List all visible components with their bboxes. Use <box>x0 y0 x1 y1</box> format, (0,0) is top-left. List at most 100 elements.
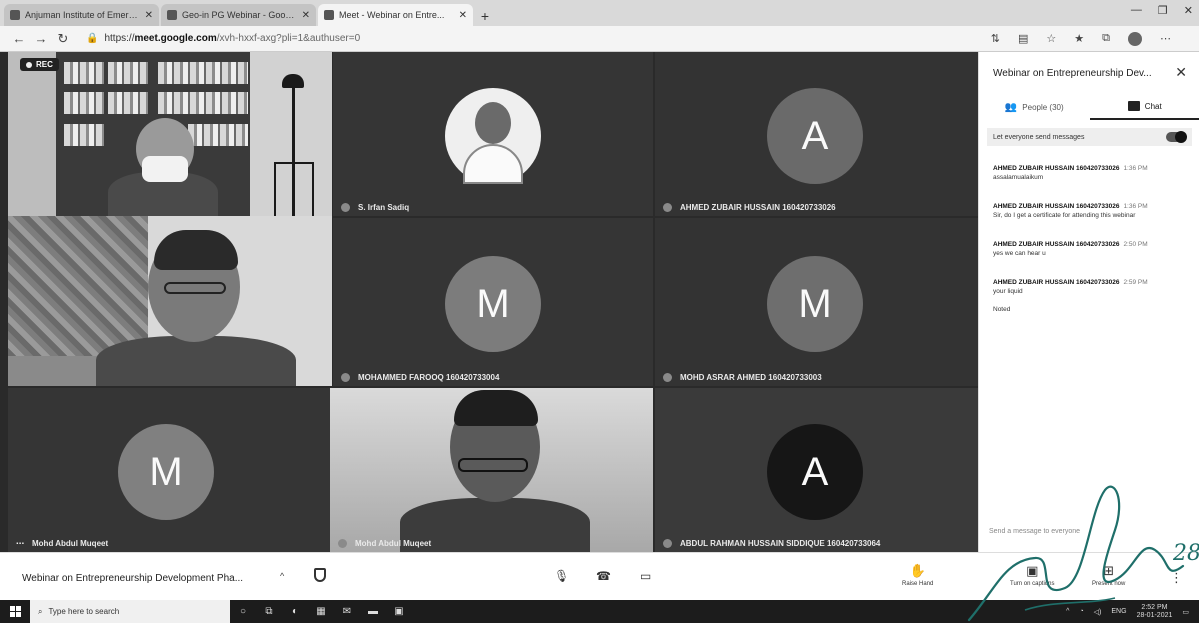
favorite-star-icon[interactable]: ☆ <box>1046 32 1056 46</box>
site-favicon-icon <box>10 10 20 20</box>
meeting-control-bar: Webinar on Entrepreneurship Development … <box>0 552 1199 600</box>
video-tile[interactable]: M MOHAMMED FAROOQ 160420733004 <box>333 218 653 386</box>
participant-initial-avatar: A <box>767 424 863 520</box>
video-tile[interactable]: Mohd Abdul Muqeet <box>330 388 653 552</box>
message-text: yes we can hear u <box>993 250 1046 257</box>
present-icon: ⊞ <box>1103 563 1115 578</box>
tab-chat[interactable]: Chat <box>1089 94 1199 120</box>
video-tile[interactable]: A AHMED ZUBAIR HUSSAIN 160420733026 <box>655 52 978 216</box>
recording-badge: REC <box>20 58 59 71</box>
chevron-up-icon[interactable]: ^ <box>280 571 284 581</box>
profile-avatar[interactable] <box>1128 31 1142 46</box>
participant-name: ABDUL RAHMAN HUSSAIN SIDDIQUE 1604207330… <box>663 539 880 548</box>
collections-icon[interactable]: ⧉ <box>1102 32 1110 46</box>
camera-button[interactable]: ▭ <box>640 569 651 583</box>
network-icon[interactable]: ◔ <box>1079 608 1083 615</box>
url-scheme: https:// <box>104 33 135 44</box>
raise-hand-button[interactable]: ✋ Raise Hand <box>902 563 933 587</box>
settings-more-icon[interactable]: ⋯ <box>1160 32 1171 46</box>
close-icon[interactable]: ✕ <box>302 10 310 21</box>
video-tile[interactable] <box>8 216 332 386</box>
microphone-button[interactable]: 🎙 <box>554 569 569 583</box>
video-tile[interactable]: REC <box>8 52 250 216</box>
reload-button[interactable]: ↻ <box>52 31 74 47</box>
browser-tab[interactable]: Geo-in PG Webinar - Google... ✕ <box>161 4 316 26</box>
panel-title: Webinar on Entrepreneurship Dev... <box>993 68 1152 79</box>
message-sender: AHMED ZUBAIR HUSSAIN 160420733026 <box>993 241 1120 248</box>
url-field[interactable]: 🔒 https:// meet.google.com /xvh-hxxf-axg… <box>86 33 360 44</box>
mic-muted-icon <box>338 539 347 548</box>
hand-icon: ✋ <box>909 563 926 578</box>
back-button[interactable]: ← <box>8 31 30 46</box>
meeting-title[interactable]: Webinar on Entrepreneurship Development … <box>22 573 243 584</box>
close-window-button[interactable]: ✕ <box>1184 4 1193 17</box>
face-mask <box>142 156 188 182</box>
chat-message: Noted <box>993 305 1193 314</box>
tab-people[interactable]: 👥 People (30) <box>979 94 1090 120</box>
record-dot-icon <box>26 61 32 68</box>
taskbar-search-input[interactable]: ⌕ Type here to search <box>30 600 230 623</box>
os-taskbar: ⌕ Type here to search ○ ⧉ ◐ ▦ ✉ ▬ ▣ ^ ◔ … <box>0 600 1199 623</box>
maximize-button[interactable]: ❐ <box>1158 4 1168 17</box>
chat-message: AHMED ZUBAIR HUSSAIN 160420733026 2:50 PM… <box>993 240 1193 258</box>
url-path: /xvh-hxxf-axg?pli=1&authuser=0 <box>216 33 361 44</box>
present-button[interactable]: ⊞ Present now <box>1092 563 1125 587</box>
participant-initial-avatar: M <box>445 256 541 352</box>
app-icon[interactable]: ▣ <box>386 606 412 617</box>
minimize-button[interactable]: — <box>1131 4 1142 17</box>
translate-icon[interactable]: ⇅ <box>991 32 1000 46</box>
close-icon[interactable]: ✕ <box>459 10 467 21</box>
lock-icon: 🔒 <box>86 33 99 44</box>
mic-muted-icon <box>663 539 672 548</box>
notification-icon[interactable]: ▭ <box>1182 608 1189 616</box>
message-time: 2:50 PM <box>1123 241 1148 248</box>
close-icon[interactable]: ✕ <box>145 10 153 21</box>
chat-message-input[interactable]: Send a message to everyone <box>989 528 1080 535</box>
more-options-icon[interactable]: ⋯ <box>16 539 24 548</box>
glasses <box>164 282 226 294</box>
system-clock[interactable]: 2:52 PM 28-01-2021 <box>1137 604 1173 620</box>
mic-muted-icon <box>341 203 350 212</box>
mail-icon[interactable]: ✉ <box>334 606 360 617</box>
reading-view-icon[interactable]: ▤ <box>1018 32 1028 46</box>
shield-icon[interactable] <box>314 568 326 582</box>
video-tile[interactable]: M ⋯ Mohd Abdul Muqeet <box>8 388 330 552</box>
chevron-up-icon[interactable]: ^ <box>1066 608 1069 615</box>
file-explorer-icon[interactable]: ▬ <box>360 606 386 617</box>
video-tile[interactable]: M MOHD ASRAR AHMED 160420733003 <box>655 218 978 386</box>
hair <box>454 390 538 426</box>
chat-permission-toggle[interactable] <box>1166 131 1187 143</box>
browser-tab[interactable]: Anjuman Institute of Emerg... ✕ <box>4 4 159 26</box>
edge-browser-icon[interactable]: ◐ <box>282 606 308 617</box>
video-tile[interactable]: A ABDUL RAHMAN HUSSAIN SIDDIQUE 16042073… <box>655 388 978 552</box>
message-sender: AHMED ZUBAIR HUSSAIN 160420733026 <box>993 279 1120 286</box>
chat-icon <box>1127 101 1140 111</box>
more-options-icon[interactable]: ⋮ <box>1170 570 1183 586</box>
store-icon[interactable]: ▦ <box>308 606 334 617</box>
panel-tabs: 👥 People (30) Chat <box>979 94 1199 120</box>
video-tile-background <box>250 52 332 216</box>
phone-hangup-icon: ☎ <box>596 569 611 583</box>
task-view-icon[interactable]: ⧉ <box>256 606 282 617</box>
new-tab-button[interactable]: + <box>475 6 495 26</box>
forward-button[interactable]: → <box>30 31 52 46</box>
browser-tab-active[interactable]: Meet - Webinar on Entre... ✕ <box>318 4 473 26</box>
message-sender: AHMED ZUBAIR HUSSAIN 160420733026 <box>993 203 1120 210</box>
language-indicator[interactable]: ENG <box>1111 608 1126 615</box>
leave-call-button[interactable]: ☎ <box>596 569 611 583</box>
message-time: 2:59 PM <box>1123 279 1148 286</box>
video-tile[interactable]: S. Irfan Sadiq <box>333 52 653 216</box>
start-button[interactable] <box>0 606 30 617</box>
meet-favicon-icon <box>324 10 334 20</box>
close-panel-button[interactable]: ✕ <box>1175 64 1187 81</box>
captions-button[interactable]: ▣ Turn on captions <box>1010 563 1054 587</box>
cortana-icon[interactable]: ○ <box>230 606 256 617</box>
tab-label: Geo-in PG Webinar - Google... <box>182 10 298 20</box>
window-controls: — ❐ ✕ <box>1131 4 1193 17</box>
volume-icon[interactable]: ◁) <box>1094 608 1102 616</box>
message-text: your liquid <box>993 288 1023 295</box>
message-text: Noted <box>993 306 1011 313</box>
mic-muted-icon <box>341 373 350 382</box>
search-icon: ⌕ <box>38 606 43 616</box>
favorites-icon[interactable]: ★ <box>1074 32 1084 46</box>
